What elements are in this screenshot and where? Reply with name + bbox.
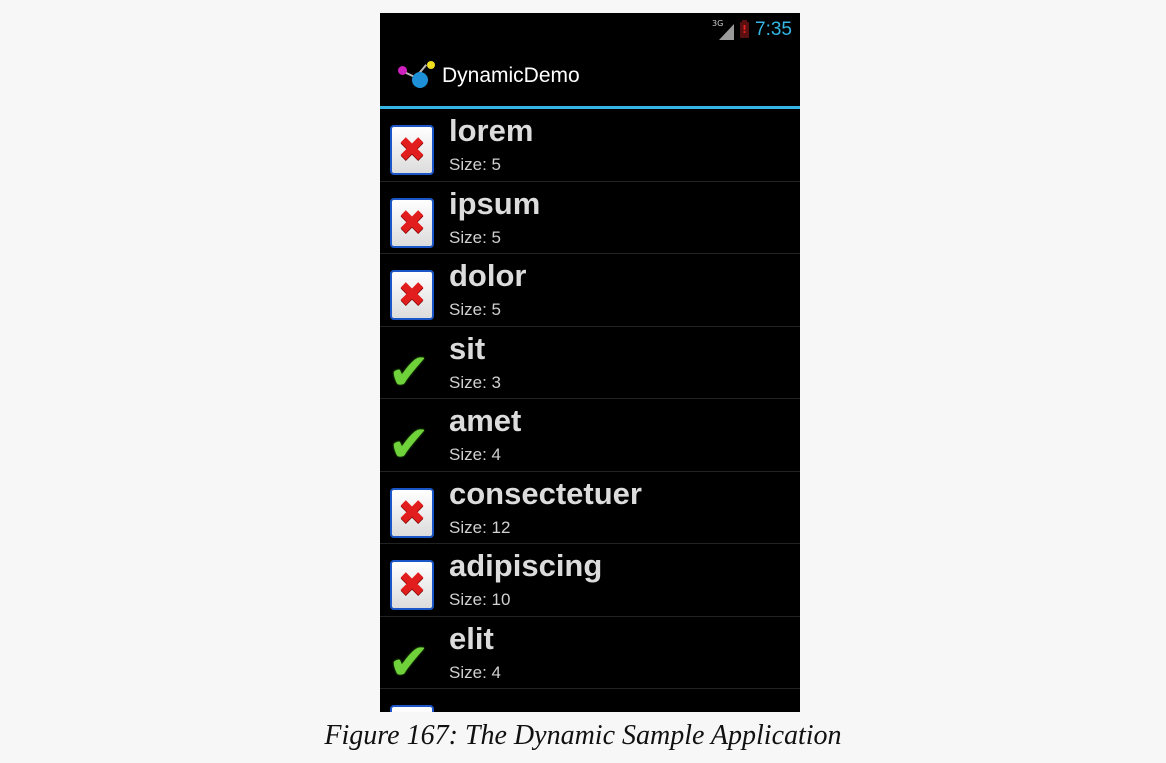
- list-item[interactable]: ✖: [380, 689, 800, 712]
- molecule-app-icon[interactable]: [396, 56, 440, 96]
- list-item-size: Size: 10: [449, 590, 511, 609]
- delete-x-icon: ✖: [388, 268, 440, 320]
- list-item-word: amet: [449, 403, 522, 438]
- list-item[interactable]: ✔ elit Size: 4: [380, 617, 800, 691]
- signal-bars-icon: 3G: [712, 19, 735, 40]
- word-list[interactable]: ✖ lorem Size: 5 ✖ ipsum Size: 5 ✖ dolor …: [380, 109, 800, 712]
- checkmark-icon: ✔: [388, 632, 430, 691]
- phone-screen: 3G ! 7:35 DynamicDemo ✖ lorem Size: 5 ✖ …: [380, 13, 800, 712]
- list-item[interactable]: ✖ ipsum Size: 5: [380, 182, 800, 254]
- list-item-word: lorem: [449, 113, 534, 148]
- list-item-size: Size: 12: [449, 517, 511, 537]
- action-bar: DynamicDemo: [380, 46, 800, 106]
- list-item[interactable]: ✖ lorem Size: 5: [380, 109, 800, 182]
- list-item[interactable]: ✖ consectetuer Size: 12: [380, 472, 800, 544]
- list-item-size: Size: 5: [449, 227, 501, 247]
- delete-x-icon: ✖: [388, 123, 440, 175]
- list-item-word: adipiscing: [449, 548, 603, 583]
- figure-caption: Figure 167: The Dynamic Sample Applicati…: [324, 720, 842, 751]
- list-item-size: Size: 3: [449, 372, 501, 392]
- list-item[interactable]: ✔ amet Size: 4: [380, 399, 800, 472]
- list-item-word: sit: [449, 330, 486, 366]
- delete-x-icon: ✖: [388, 196, 440, 248]
- list-item[interactable]: ✔ sit Size: 3: [380, 327, 800, 401]
- checkmark-icon: ✔: [388, 415, 430, 473]
- delete-x-icon: ✖: [388, 703, 440, 712]
- list-item-word: elit: [449, 620, 494, 656]
- app-title: DynamicDemo: [442, 64, 580, 87]
- delete-x-icon: ✖: [388, 486, 440, 538]
- list-item-size: Size: 4: [449, 445, 501, 464]
- list-item-word: dolor: [449, 258, 527, 293]
- list-item-size: Size: 5: [449, 155, 501, 174]
- list-item[interactable]: ✖ adipiscing Size: 10: [380, 544, 800, 617]
- list-item-size: Size: 4: [449, 662, 501, 682]
- list-item-word: ipsum: [449, 185, 541, 221]
- list-item-word: consectetuer: [449, 475, 642, 511]
- battery-low-icon: !: [740, 19, 750, 38]
- status-time: 7:35: [755, 18, 792, 40]
- list-item[interactable]: ✖ dolor Size: 5: [380, 254, 800, 327]
- checkmark-icon: ✔: [388, 342, 430, 401]
- list-item-size: Size: 5: [449, 300, 501, 319]
- status-bar: 3G ! 7:35: [380, 13, 800, 46]
- delete-x-icon: ✖: [388, 558, 440, 610]
